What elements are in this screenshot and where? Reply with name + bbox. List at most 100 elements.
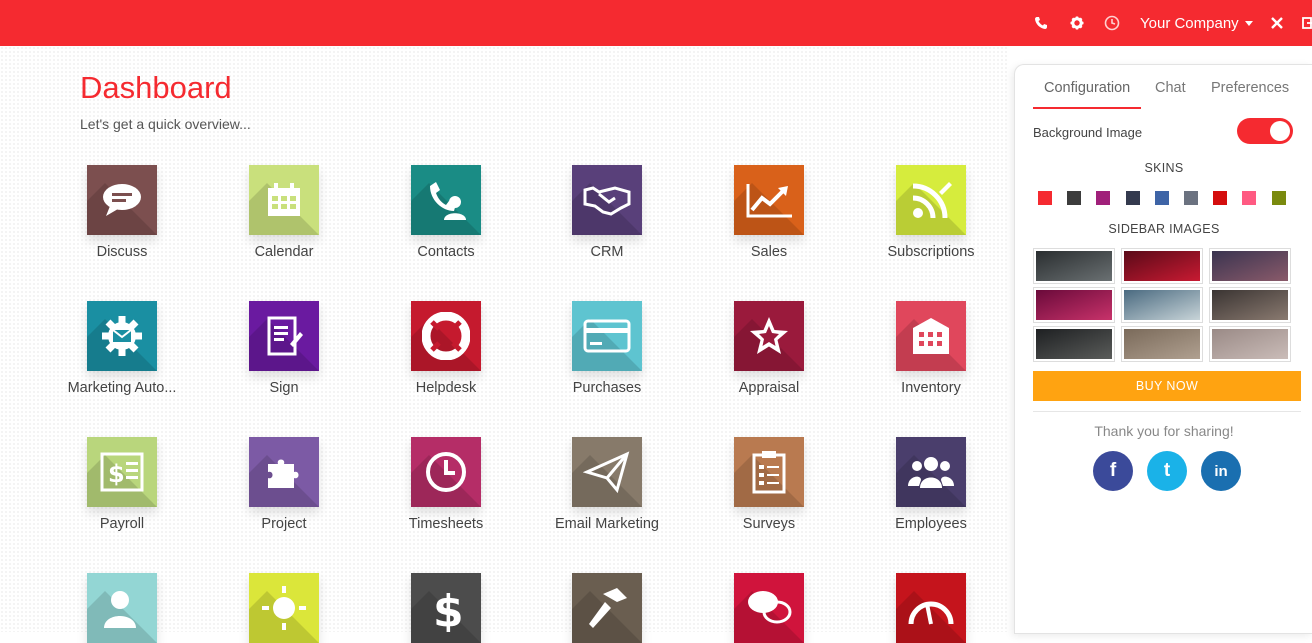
app-app-24[interactable]	[856, 573, 1006, 643]
sidebar-image	[1212, 251, 1288, 281]
skin-swatch[interactable]	[1038, 191, 1052, 205]
skin-swatch[interactable]	[1242, 191, 1257, 205]
active-tab-indicator	[1033, 107, 1141, 109]
app-label: Appraisal	[738, 380, 800, 396]
page-title: Dashboard	[80, 70, 232, 105]
company-name: Your Company	[1140, 14, 1239, 32]
hammer-icon	[572, 573, 642, 643]
sidebar-image-thumb[interactable]	[1209, 248, 1291, 284]
app-app-19[interactable]	[47, 573, 197, 643]
app-surveys[interactable]: Surveys	[694, 437, 844, 532]
sidebar-image-thumb[interactable]	[1033, 248, 1115, 284]
app-label: Inventory	[901, 380, 961, 396]
handshake-icon	[572, 165, 642, 235]
page-subtitle: Let's get a quick overview...	[80, 116, 251, 132]
linkedin-button[interactable]: in	[1201, 451, 1241, 491]
skin-swatch[interactable]	[1096, 191, 1111, 205]
app-sign[interactable]: Sign	[209, 301, 359, 396]
sidebar-image-thumb[interactable]	[1121, 287, 1203, 323]
payroll-icon: $	[87, 437, 157, 507]
app-project[interactable]: Project	[209, 437, 359, 532]
background-image-toggle[interactable]	[1237, 118, 1293, 144]
sun-icon	[249, 573, 319, 643]
app-label: Subscriptions	[887, 244, 975, 260]
app-label: Project	[261, 516, 307, 532]
app-label: Contacts	[417, 244, 475, 260]
clock-icon[interactable]	[1104, 0, 1120, 46]
app-label: Helpdesk	[415, 380, 477, 396]
dashboard-gauge-icon	[896, 573, 966, 643]
tab-configuration[interactable]: Configuration	[1044, 73, 1130, 109]
app-label: Payroll	[99, 516, 145, 532]
app-app-21[interactable]: $	[371, 573, 521, 643]
clock-icon	[411, 437, 481, 507]
company-switcher[interactable]: Your Company	[1140, 0, 1253, 46]
app-subscriptions[interactable]: Subscriptions	[856, 165, 1006, 260]
skin-swatch[interactable]	[1271, 191, 1286, 205]
app-appraisal[interactable]: Appraisal	[694, 301, 844, 396]
sidebar-image-thumb[interactable]	[1121, 326, 1203, 362]
logout-icon[interactable]	[1302, 0, 1312, 46]
panel-tabs: Configuration Chat Preferences	[1033, 73, 1303, 109]
facebook-button[interactable]: f	[1093, 451, 1133, 491]
puzzle-icon	[249, 437, 319, 507]
app-email-marketing[interactable]: Email Marketing	[532, 437, 682, 532]
sidebar-image-thumb[interactable]	[1121, 248, 1203, 284]
sidebar-image-thumb[interactable]	[1033, 326, 1115, 362]
app-marketing-auto[interactable]: Marketing Auto...	[47, 301, 197, 396]
sidebar-image	[1124, 251, 1200, 281]
svg-text:$: $	[433, 586, 461, 632]
app-employees[interactable]: Employees	[856, 437, 1006, 532]
app-payroll[interactable]: $ Payroll	[47, 437, 197, 532]
skins-title: SKINS	[1144, 161, 1184, 175]
svg-text:$: $	[108, 460, 125, 488]
skin-swatch[interactable]	[1184, 191, 1198, 205]
dashboard-area: Dashboard Let's get a quick overview... …	[0, 46, 1008, 643]
app-contacts[interactable]: Contacts	[371, 165, 521, 260]
app-purchases[interactable]: Purchases	[532, 301, 682, 396]
sidebar-image-thumb[interactable]	[1033, 287, 1115, 323]
sidebar-image	[1036, 290, 1112, 320]
sidebar-image	[1124, 329, 1200, 359]
sidebar-image-thumb[interactable]	[1209, 326, 1291, 362]
app-app-20[interactable]	[209, 573, 359, 643]
app-calendar[interactable]: Calendar	[209, 165, 359, 260]
caret-down-icon	[1244, 20, 1253, 26]
buy-now-button[interactable]: BUY NOW	[1033, 371, 1301, 401]
user-check-icon	[87, 573, 157, 643]
app-crm[interactable]: CRM	[532, 165, 682, 260]
app-label: Discuss	[96, 244, 148, 260]
app-app-22[interactable]	[532, 573, 682, 643]
app-inventory[interactable]: Inventory	[856, 301, 1006, 396]
app-app-23[interactable]	[694, 573, 844, 643]
comments-icon	[734, 573, 804, 643]
sidebar-image	[1036, 251, 1112, 281]
app-sales[interactable]: Sales	[694, 165, 844, 260]
divider	[1033, 411, 1301, 412]
top-navbar: Your Company	[0, 0, 1312, 46]
sidebar-image	[1212, 290, 1288, 320]
gear-icon[interactable]	[1070, 0, 1084, 46]
skin-swatch[interactable]	[1067, 191, 1082, 205]
dollar-icon: $	[411, 573, 481, 643]
tab-chat[interactable]: Chat	[1155, 73, 1186, 109]
phone-icon[interactable]	[1034, 0, 1048, 46]
app-label: Surveys	[742, 516, 796, 532]
app-timesheets[interactable]: Timesheets	[371, 437, 521, 532]
close-icon[interactable]	[1270, 0, 1284, 46]
app-label: Employees	[895, 516, 967, 532]
contacts-icon	[411, 165, 481, 235]
skin-swatch[interactable]	[1213, 191, 1228, 205]
app-label: Calendar	[254, 244, 314, 260]
clipboard-icon	[734, 437, 804, 507]
people-icon	[896, 437, 966, 507]
sign-document-icon	[249, 301, 319, 371]
skin-swatch[interactable]	[1154, 191, 1169, 205]
skin-swatch[interactable]	[1125, 191, 1140, 205]
sidebar-image-thumb[interactable]	[1209, 287, 1291, 323]
app-label: Sales	[750, 244, 788, 260]
app-helpdesk[interactable]: Helpdesk	[371, 301, 521, 396]
app-discuss[interactable]: Discuss	[47, 165, 197, 260]
twitter-button[interactable]: t	[1147, 451, 1187, 491]
tab-preferences[interactable]: Preferences	[1211, 73, 1289, 109]
